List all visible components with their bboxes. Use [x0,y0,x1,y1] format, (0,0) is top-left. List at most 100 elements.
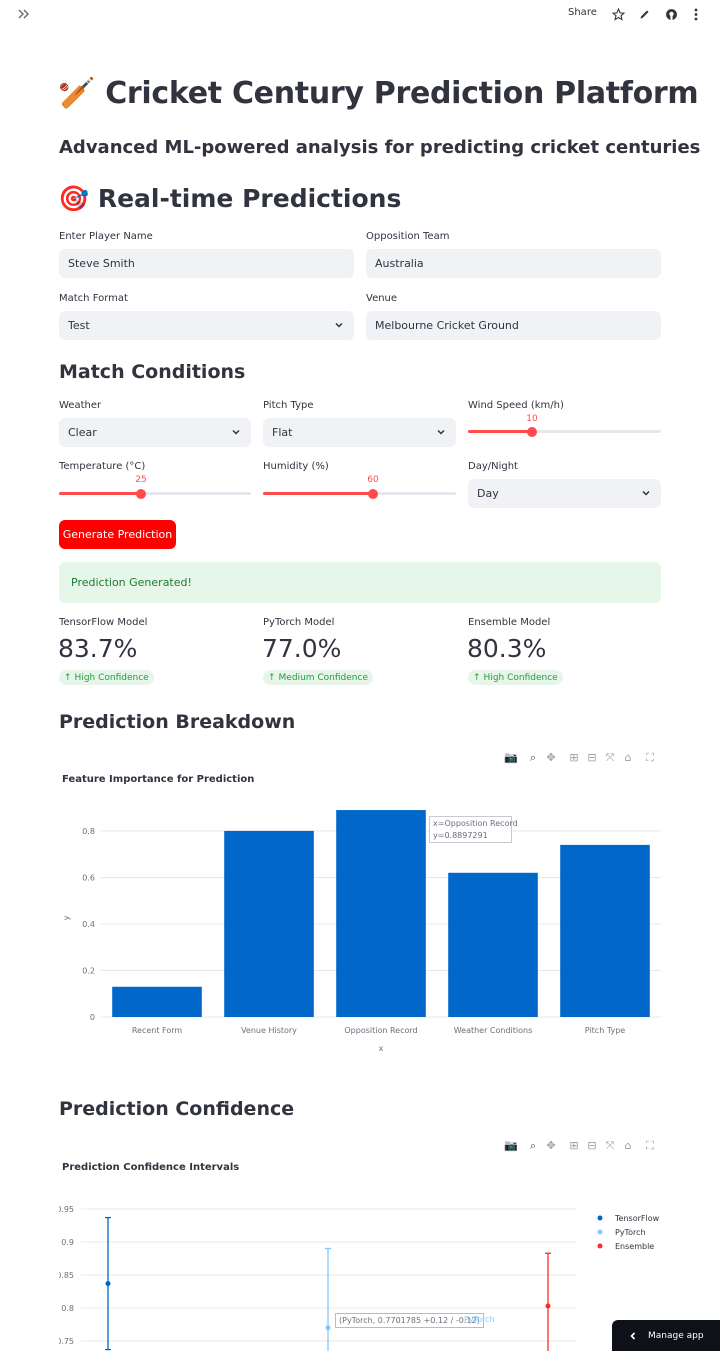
zoom-out-icon[interactable]: ⊟ [586,1140,598,1152]
feature-importance-chart[interactable]: Feature Importance for Prediction 0 0.2 0.4… [59,765,661,1065]
home-icon[interactable]: ⌂ [622,1140,634,1152]
day-night-select[interactable]: Day [468,479,661,508]
chevron-down-icon [437,429,445,435]
match-conditions-heading: Match Conditions [59,361,246,383]
tooltip-x: x=Opposition Record [433,819,518,828]
legend-label: TensorFlow [614,1214,660,1223]
fullscreen-icon[interactable]: ⛶ [644,1140,656,1152]
opposition-input[interactable]: Australia [366,249,661,278]
x-tick-label: Opposition Record [344,1026,417,1035]
pencil-icon[interactable] [637,6,653,22]
chevron-down-icon [335,322,343,328]
metric-label: Ensemble Model [468,617,551,628]
legend-marker [597,1229,603,1235]
venue-input[interactable]: Melbourne Cricket Ground [366,311,661,340]
match-format-label: Match Format [59,293,128,304]
confidence-heading: Prediction Confidence [59,1098,295,1120]
star-icon[interactable] [610,6,626,22]
x-axis-label: x [379,1044,384,1053]
x-tick-label: Venue History [241,1026,297,1035]
zoom-out-icon[interactable]: ⊟ [586,752,598,764]
y-tick-label: 0.2 [82,966,95,975]
y-tick-label: 0 [90,1013,95,1022]
realtime-heading: 🎯 Real-time Predictions [58,184,402,213]
hover-label: (PyTorch, 0.7701785 +0.12 / -0.12) [335,1313,484,1328]
hover-series: PyTorch [464,1315,495,1324]
x-tick-label: Recent Form [132,1026,183,1035]
metric-value: 77.0% [262,634,342,663]
legend-marker [597,1215,603,1221]
autoscale-icon[interactable]: ⤧ [604,752,616,764]
kebab-menu-icon[interactable] [688,6,704,22]
generate-prediction-button[interactable]: Generate Prediction [59,520,176,549]
humidity-thumb[interactable] [368,489,378,499]
metric-value: 80.3% [467,634,547,663]
metric-delta: High Confidence [74,672,149,683]
autoscale-icon[interactable]: ⤧ [604,1140,616,1152]
zoom-in-icon[interactable]: ⊞ [568,1140,580,1152]
camera-icon[interactable]: 📷 [504,752,518,764]
weather-value: Clear [68,426,97,439]
legend-marker [597,1243,603,1249]
data-point [105,1281,111,1287]
data-point [545,1303,551,1309]
day-night-label: Day/Night [468,461,518,472]
humidity-label: Humidity (%) [263,461,329,472]
data-point [325,1325,331,1331]
pan-icon[interactable]: ✥ [545,752,557,764]
opposition-label: Opposition Team [366,231,450,242]
home-icon[interactable]: ⌂ [622,752,634,764]
temperature-fill [59,492,141,495]
pitch-type-select[interactable]: Flat [263,418,456,447]
weather-label: Weather [59,400,102,411]
match-format-value: Test [68,319,90,332]
zoom-icon[interactable]: ⌕ [527,752,539,764]
temperature-thumb[interactable] [136,489,146,499]
metric-delta-badge: ↑ High Confidence [468,670,563,685]
zoom-icon[interactable]: ⌕ [527,1140,539,1152]
pitch-type-label: Pitch Type [263,400,314,411]
weather-select[interactable]: Clear [59,418,251,447]
chart-title: Feature Importance for Prediction [62,774,254,785]
wind-speed-fill [468,430,532,433]
metric-label: PyTorch Model [263,617,335,628]
temperature-label: Temperature (°C) [59,461,146,472]
player-name-input[interactable]: Steve Smith [59,249,354,278]
match-format-select[interactable]: Test [59,311,354,340]
bar [336,810,426,1017]
humidity-fill [263,492,373,495]
arrow-up-icon: ↑ [268,672,276,683]
y-tick-label: 0.4 [82,920,95,929]
metric-value: 83.7% [58,634,138,663]
temperature-value: 25 [135,475,147,485]
venue-label: Venue [366,293,398,304]
pitch-type-value: Flat [272,426,293,439]
success-alert: Prediction Generated! [59,562,661,603]
y-tick-label: 0.8 [82,827,95,836]
humidity-value: 60 [367,475,379,485]
x-tick-label: Weather Conditions [454,1026,533,1035]
wind-speed-value: 10 [526,414,538,424]
chevron-left-icon [630,1331,636,1340]
sidebar-expand-icon[interactable] [16,6,32,22]
chart-tooltip: x=Opposition Record y=0.8897291 [429,816,518,843]
fullscreen-icon[interactable]: ⛶ [644,752,656,764]
page-subtitle: Advanced ML-powered analysis for predict… [59,137,701,158]
bar [560,844,650,1017]
success-message: Prediction Generated! [71,576,192,589]
legend-label: Ensemble [615,1242,654,1251]
camera-icon[interactable]: 📷 [504,1140,518,1152]
wind-speed-thumb[interactable] [527,427,537,437]
chevron-down-icon [642,490,650,496]
day-night-value: Day [477,487,499,500]
y-tick-label: 0.95 [59,1205,74,1214]
metric-delta-badge: ↑ High Confidence [59,670,154,685]
tooltip-y: y=0.8897291 [433,831,488,840]
manage-app-button[interactable]: Manage app [612,1320,720,1351]
github-icon[interactable] [663,6,679,22]
share-button[interactable]: Share [568,7,597,18]
breakdown-heading: Prediction Breakdown [59,711,296,733]
bar [448,872,538,1017]
zoom-in-icon[interactable]: ⊞ [568,752,580,764]
pan-icon[interactable]: ✥ [545,1140,557,1152]
